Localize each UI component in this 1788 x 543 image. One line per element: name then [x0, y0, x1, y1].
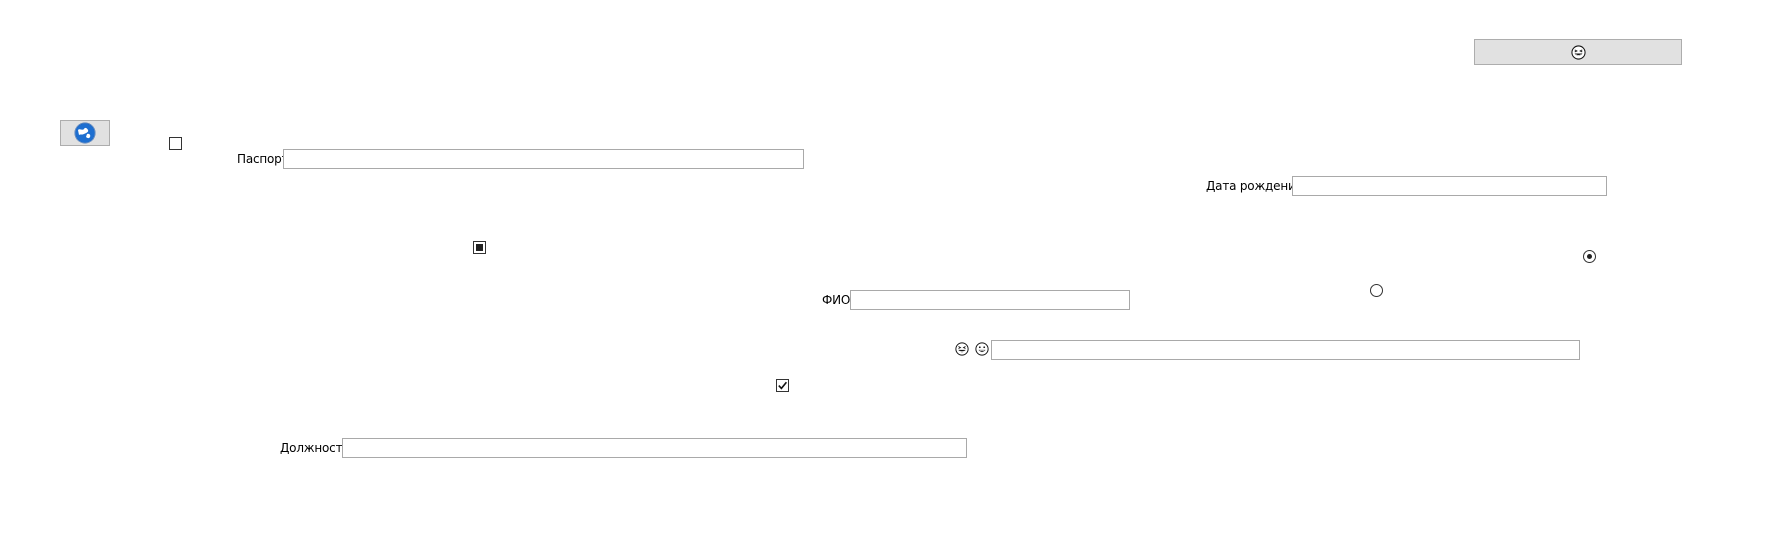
emoji-text-input[interactable]	[991, 340, 1580, 360]
fio-label: ФИО	[822, 293, 851, 307]
globe-icon	[74, 122, 96, 144]
position-input[interactable]	[342, 438, 967, 458]
passport-input[interactable]	[283, 149, 804, 169]
position-label: Должность	[280, 441, 350, 455]
grinning-squint-face-icon	[955, 342, 969, 356]
radio-2[interactable]	[1370, 284, 1383, 297]
radio-1[interactable]	[1583, 250, 1596, 263]
radio-selected-dot	[1587, 254, 1592, 259]
birth-date-input[interactable]	[1292, 176, 1607, 196]
grinning-face-icon	[975, 342, 989, 356]
passport-label: Паспорт	[237, 152, 289, 166]
checkbox-3[interactable]	[776, 379, 789, 392]
globe-button[interactable]	[60, 120, 110, 146]
fio-input[interactable]	[850, 290, 1130, 310]
checkbox-indeterminate-mark	[476, 244, 483, 251]
emoji-button-top[interactable]	[1474, 39, 1682, 65]
grinning-squint-face-icon	[1570, 44, 1586, 60]
checkbox-2[interactable]	[473, 241, 486, 254]
birth-date-label: Дата рождения	[1206, 179, 1303, 193]
check-icon	[778, 381, 788, 390]
checkbox-1[interactable]	[169, 137, 182, 150]
